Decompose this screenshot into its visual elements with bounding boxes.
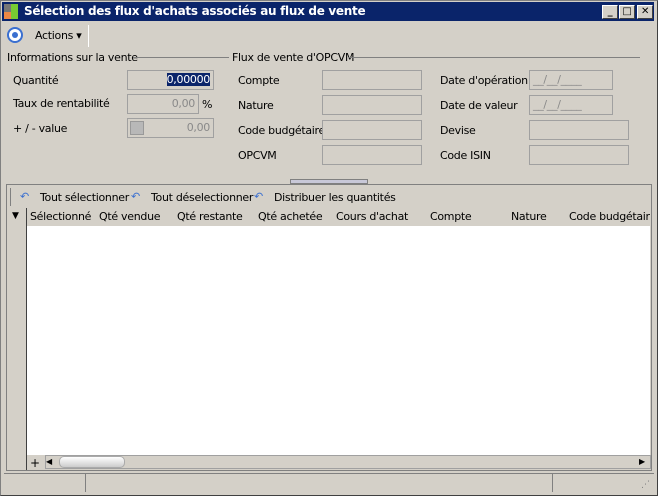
column-header[interactable]: Qté restante: [177, 207, 243, 226]
taux-label: Taux de rentabilité: [13, 97, 110, 110]
scroll-left-icon[interactable]: ◀: [46, 456, 52, 468]
column-header[interactable]: Compte: [430, 207, 472, 226]
opcvm-input[interactable]: [322, 145, 422, 165]
quantite-label: Quantité: [13, 74, 59, 87]
code-isin-input[interactable]: [529, 145, 629, 165]
column-header[interactable]: Qté vendue: [99, 207, 161, 226]
close-button[interactable]: ✕: [637, 5, 653, 19]
scroll-right-icon[interactable]: ▶: [639, 456, 645, 468]
column-chooser-icon[interactable]: ▼: [12, 207, 19, 226]
date-operation-input[interactable]: __/__/____: [529, 70, 613, 90]
opcvm-label: OPCVM: [238, 149, 277, 162]
code-isin-label: Code ISIN: [440, 149, 491, 162]
date-operation-label: Date d'opération: [440, 74, 528, 87]
window-title: Sélection des flux d'achats associés au …: [24, 4, 366, 18]
minimize-button[interactable]: _: [602, 5, 618, 19]
column-header[interactable]: Code budgétaire: [569, 207, 650, 226]
title-bar: Sélection des flux d'achats associés au …: [2, 2, 654, 21]
select-all-button[interactable]: Tout sélectionner: [40, 191, 129, 205]
grid-body[interactable]: [27, 226, 650, 455]
target-icon[interactable]: [7, 27, 23, 43]
column-header[interactable]: Qté achetée: [258, 207, 323, 226]
divider: [133, 57, 229, 58]
code-budgetaire-label: Code budgétaire: [238, 124, 326, 137]
deselect-all-button[interactable]: Tout déselectionner: [151, 191, 253, 205]
date-valeur-input[interactable]: __/__/____: [529, 95, 613, 115]
scrollbar-thumb[interactable]: [59, 456, 125, 468]
group-opcvm-title: Flux de vente d'OPCVM: [232, 51, 355, 64]
quantite-input[interactable]: 0,00000: [127, 70, 214, 90]
actions-menu[interactable]: Actions ▾: [35, 29, 82, 43]
taux-input[interactable]: 0,00: [127, 94, 199, 114]
compte-input[interactable]: [322, 70, 422, 90]
column-header[interactable]: Cours d'achat: [336, 207, 408, 226]
divider: [10, 188, 11, 206]
resize-grip-icon[interactable]: ⋰: [641, 480, 650, 490]
compte-label: Compte: [238, 74, 280, 87]
code-budgetaire-input[interactable]: [322, 120, 422, 140]
plus-value-label: + / - value: [13, 122, 68, 135]
plus-value-checkbox[interactable]: [130, 121, 144, 135]
distribute-button[interactable]: Distribuer les quantités: [274, 191, 396, 205]
group-vente-title: Informations sur la vente: [7, 51, 138, 64]
column-header[interactable]: Sélectionné: [30, 207, 91, 226]
undo-icon: ↶: [131, 190, 140, 203]
nature-input[interactable]: [322, 95, 422, 115]
nature-label: Nature: [238, 99, 274, 112]
app-icon: [4, 4, 18, 19]
date-valeur-label: Date de valeur: [440, 99, 518, 112]
add-row-button[interactable]: +: [30, 456, 40, 470]
maximize-button[interactable]: □: [619, 5, 635, 19]
undo-icon: ↶: [20, 190, 29, 203]
column-header[interactable]: Nature: [511, 207, 547, 226]
devise-label: Devise: [440, 124, 476, 137]
divider: [552, 474, 553, 492]
devise-input[interactable]: [529, 120, 629, 140]
divider: [85, 474, 86, 492]
divider: [348, 57, 640, 58]
horizontal-scrollbar[interactable]: [45, 455, 651, 469]
undo-icon: ↶: [254, 190, 263, 203]
toolbar-separator: [88, 25, 89, 47]
percent-label: %: [202, 98, 213, 111]
status-bar: [4, 473, 654, 492]
